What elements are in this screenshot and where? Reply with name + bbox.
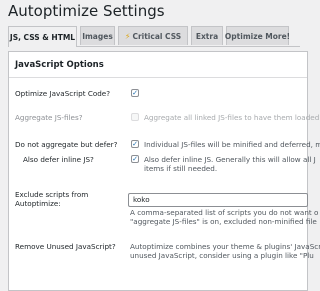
tab-label: JS, CSS & HTML (9, 32, 76, 42)
defer-inline-checkbox[interactable]: ✓ (131, 155, 139, 163)
panel-divider (9, 77, 307, 78)
tab-label: Extra (195, 31, 219, 41)
exclude-scripts-description-line2: "aggregate JS-files" is on, excluded non… (130, 217, 317, 226)
panel-title: JavaScript Options (15, 60, 104, 70)
tab-critical-css[interactable]: ⚡ Critical CSS (118, 26, 188, 45)
tab-label: Optimize More! (224, 31, 291, 41)
tab-js-css-html[interactable]: JS, CSS & HTML (8, 26, 77, 47)
settings-tabs: JS, CSS & HTML Images ⚡ Critical CSS Ext… (8, 26, 300, 47)
checkmark-icon: ✓ (132, 155, 138, 163)
no-aggregate-defer-label: Do not aggregate but defer? (15, 140, 118, 149)
tab-optimize-more[interactable]: Optimize More! (224, 26, 291, 45)
page-title: Autoptimize Settings (8, 2, 165, 20)
remove-unused-description-line1: Autoptimize combines your theme & plugin… (130, 242, 320, 251)
remove-unused-description-line2: unused JavaScript, consider using a plug… (130, 251, 314, 260)
checkmark-icon: ✓ (132, 140, 138, 148)
defer-inline-description-line2: items if still needed. (144, 164, 218, 173)
tab-images[interactable]: Images (80, 26, 115, 45)
exclude-scripts-input[interactable]: koko (128, 193, 308, 207)
tab-extra[interactable]: Extra (191, 26, 223, 45)
exclude-scripts-label-line1: Exclude scripts from (15, 190, 89, 199)
lightning-bolt-icon: ⚡ (124, 31, 131, 41)
tab-label: Critical CSS (132, 31, 182, 41)
exclude-scripts-description-line1: A comma-separated list of scripts you do… (130, 208, 319, 217)
aggregate-js-label: Aggregate JS-files? (15, 113, 83, 122)
aggregate-js-description: Aggregate all linked JS-files to have th… (144, 113, 320, 122)
optimize-js-label: Optimize JavaScript Code? (15, 89, 111, 98)
exclude-scripts-label-line2: Autoptimize: (15, 199, 61, 208)
defer-inline-description-line1: Also defer inline JS. Generally this wil… (144, 155, 316, 164)
no-aggregate-defer-checkbox[interactable]: ✓ (131, 140, 139, 148)
tab-label: Images (82, 31, 113, 41)
optimize-js-checkbox[interactable]: ✓ (131, 89, 139, 97)
remove-unused-label: Remove Unused JavaScript? (15, 242, 116, 251)
checkmark-icon: ✓ (132, 89, 138, 97)
no-aggregate-defer-description: Individual JS-files will be minified and… (144, 140, 320, 149)
javascript-options-panel: JavaScript Options Optimize JavaScript C… (8, 51, 320, 291)
aggregate-js-checkbox[interactable] (131, 113, 139, 121)
defer-inline-label: Also defer inline JS? (23, 155, 94, 164)
